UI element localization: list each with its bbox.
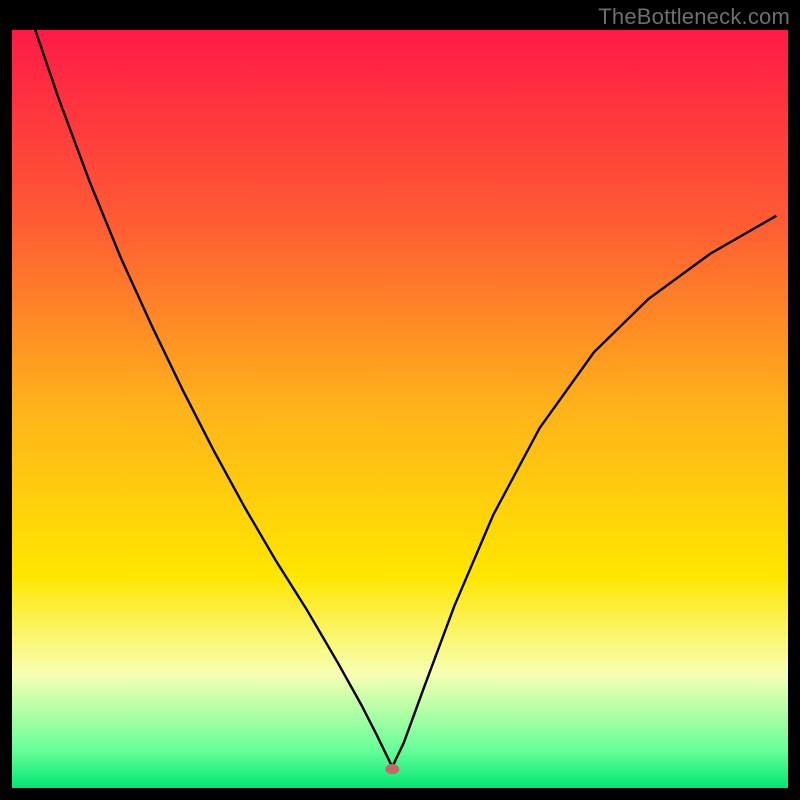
border-bottom: [0, 788, 800, 800]
min-marker: [385, 764, 399, 774]
bottleneck-chart: TheBottleneck.com: [0, 0, 800, 800]
watermark-text: TheBottleneck.com: [598, 4, 790, 30]
chart-svg: [0, 0, 800, 800]
border-left: [0, 0, 12, 800]
plot-background: [12, 30, 788, 788]
border-right: [788, 0, 800, 800]
